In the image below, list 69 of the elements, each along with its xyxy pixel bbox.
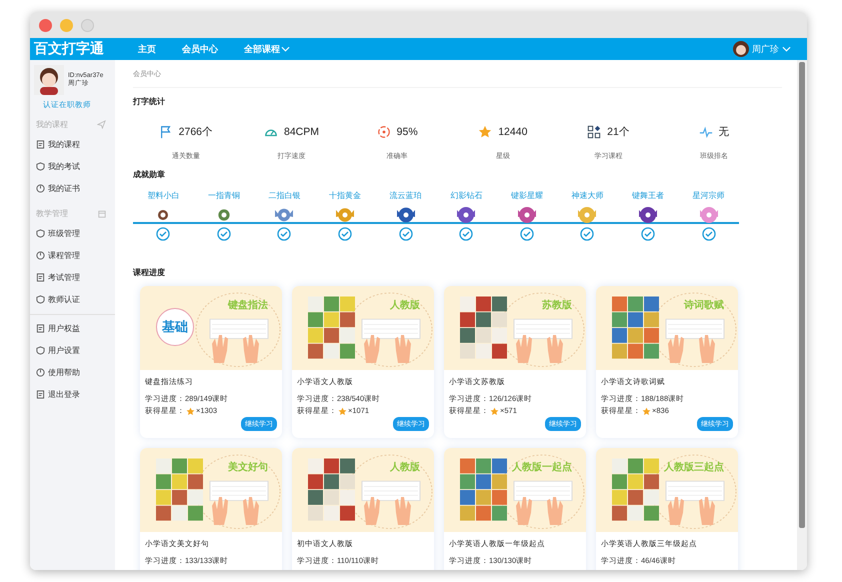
menu-item-icon — [36, 295, 45, 304]
caret-icon — [782, 46, 791, 52]
stat-value: 2766个 — [178, 125, 213, 139]
course-tag: 人教版 — [390, 298, 420, 312]
menu-item-icon — [36, 324, 45, 333]
badge-name: 二指白银 — [268, 190, 300, 201]
section-heading: 教学管理 — [36, 208, 68, 219]
badge-name: 星河宗师 — [692, 190, 725, 201]
scrollbar[interactable] — [797, 60, 807, 570]
course-tag: 键盘指法 — [228, 298, 268, 312]
sidebar-item[interactable]: 使用帮助 — [30, 361, 115, 383]
menu-item-icon — [36, 162, 45, 171]
calendar-icon — [98, 210, 106, 218]
section-title: 成就勋章 — [133, 169, 166, 180]
star-icon — [186, 406, 195, 416]
badge-name: 流云蓝珀 — [390, 190, 422, 201]
course-tag: 美文好句 — [228, 460, 268, 474]
close-button[interactable] — [39, 18, 52, 32]
send-icon — [97, 120, 106, 129]
stat-value: 无 — [718, 125, 730, 139]
sidebar-item[interactable]: 退出登录 — [30, 383, 115, 405]
sidebar-item[interactable]: 我的证书 — [30, 177, 115, 199]
badge-name: 塑料小白 — [147, 190, 180, 201]
pulse-icon — [698, 125, 713, 139]
sidebar-item[interactable]: 我的考试 — [30, 155, 115, 177]
course-tag: 人教版 — [390, 460, 420, 474]
sidebar-item[interactable]: 考试管理 — [30, 266, 115, 288]
sidebar-item[interactable]: 我的课程 — [30, 133, 115, 155]
stat-value: 84CPM — [284, 126, 319, 138]
star-icon — [642, 406, 651, 416]
menu-item-icon — [36, 273, 45, 282]
sidebar-item[interactable]: 教师认证 — [30, 288, 115, 310]
badge-name: 键舞王者 — [632, 190, 664, 201]
stat-value: 95% — [396, 126, 418, 138]
course-tag: 诗词歌赋 — [684, 298, 724, 312]
star-icon — [478, 125, 492, 139]
badge-name: 十指黄金 — [329, 190, 362, 201]
target-icon — [376, 125, 391, 139]
menu-item-icon — [36, 251, 45, 260]
menu-item-icon — [36, 346, 45, 355]
minimize-button[interactable] — [60, 18, 73, 32]
section-heading: 我的课程 — [36, 119, 68, 130]
badge-name: 一指青铜 — [208, 190, 240, 201]
badge-name: 幻影钻石 — [450, 190, 482, 201]
stat-value: 12440 — [498, 126, 528, 138]
avatar — [34, 65, 64, 95]
menu-item-icon — [36, 140, 45, 149]
flag-icon — [158, 125, 173, 139]
section-title: 打字统计 — [133, 96, 166, 107]
sidebar-item[interactable]: 课程管理 — [30, 244, 115, 266]
zoom-button[interactable] — [81, 18, 94, 32]
sidebar-item[interactable]: 用户设置 — [30, 339, 115, 361]
course-tag: 人教版三起点 — [664, 460, 724, 474]
star-icon — [338, 406, 347, 416]
star-icon — [490, 406, 499, 416]
course-tag: 苏教版 — [542, 298, 572, 312]
sidebar-item[interactable]: 用户权益 — [30, 317, 115, 339]
badge-name: 神速大师 — [571, 190, 604, 201]
menu-item-icon — [36, 184, 45, 193]
course-tag: 人教版一起点 — [512, 460, 572, 474]
menu-item-icon — [36, 368, 45, 377]
badge-name: 键影星耀 — [510, 190, 543, 201]
sidebar-item[interactable]: 班级管理 — [30, 222, 115, 244]
section-title: 课程进度 — [133, 267, 166, 278]
grid-icon — [587, 125, 602, 139]
avatar — [733, 41, 749, 57]
menu-item-icon — [36, 390, 45, 399]
menu-item-icon — [36, 229, 45, 238]
stat-value: 21个 — [607, 125, 630, 139]
